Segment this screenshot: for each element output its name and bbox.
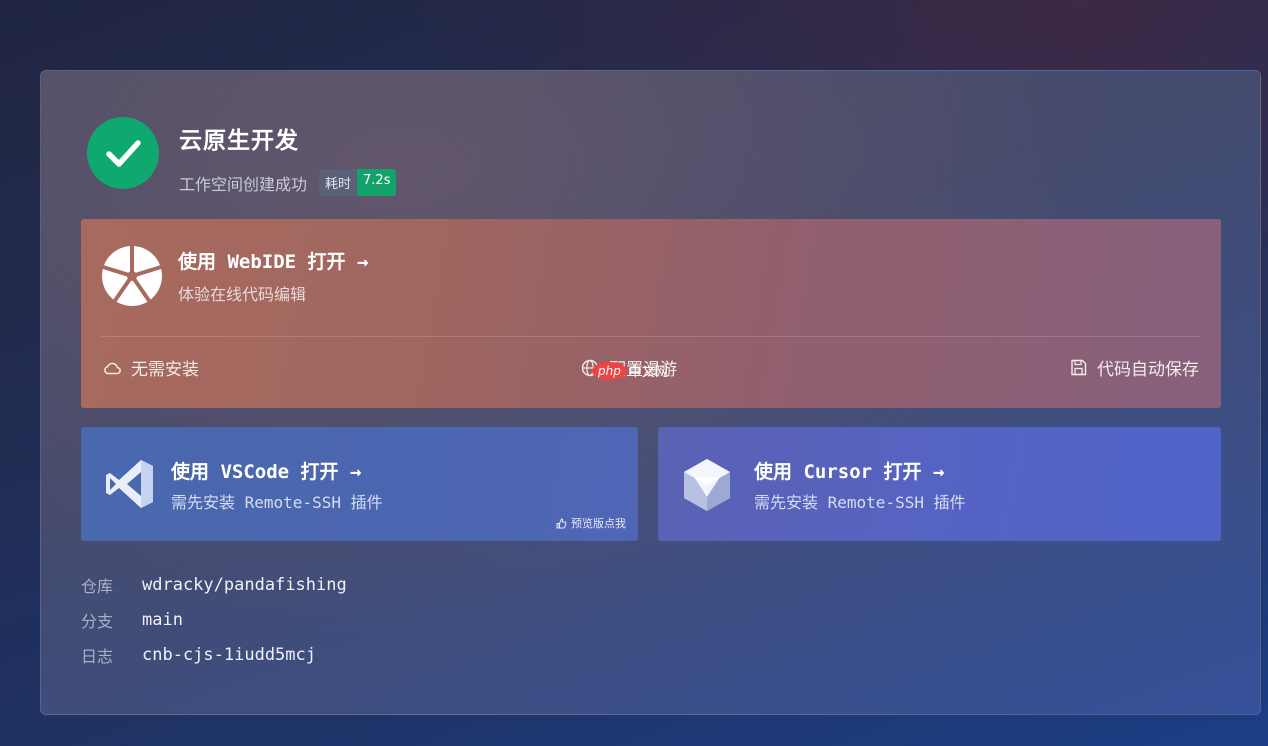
feature-label: 代码自动保存 xyxy=(1097,360,1199,380)
log-value[interactable]: cnb-cjs-1iudd5mcj xyxy=(142,645,316,665)
watermark-brand: php xyxy=(592,361,627,380)
vscode-logo-icon xyxy=(106,460,153,508)
workspace-info: 仓库 wdracky/pandafishing 分支 main 日志 cnb-c… xyxy=(81,567,347,672)
vscode-description: 需先安装 Remote-SSH 插件 xyxy=(171,493,383,512)
status-text: 工作空间创建成功 xyxy=(179,174,308,194)
time-badge-value: 7.2s xyxy=(357,169,397,196)
success-check-icon xyxy=(87,117,159,189)
info-key: 分支 xyxy=(81,611,114,631)
time-badge-label: 耗时 xyxy=(319,169,358,196)
branch-value: main xyxy=(142,609,183,630)
webide-logo-icon xyxy=(102,245,162,306)
info-row-repo: 仓库 wdracky/pandafishing xyxy=(81,567,347,602)
watermark: php 中文网 xyxy=(592,361,668,380)
vscode-title: 使用 VSCode 打开 → xyxy=(171,461,362,483)
cursor-description: 需先安装 Remote-SSH 插件 xyxy=(754,493,966,512)
info-row-branch: 分支 main xyxy=(81,602,347,637)
open-vscode-button[interactable]: 使用 VSCode 打开 → 需先安装 Remote-SSH 插件 预览版点我 xyxy=(81,427,638,541)
feature-no-install: 无需安装 xyxy=(103,355,199,380)
header: 云原生开发 工作空间创建成功 耗时 7.2s xyxy=(87,117,397,196)
cloud-icon xyxy=(104,362,121,374)
cursor-logo-icon xyxy=(684,459,730,511)
info-key: 日志 xyxy=(81,646,114,666)
repo-value: wdracky/pandafishing xyxy=(142,574,347,595)
page-title: 云原生开发 xyxy=(179,128,299,154)
feedback-label: 预览版点我 xyxy=(571,517,626,530)
feature-label: 无需安装 xyxy=(131,360,199,380)
info-row-log: 日志 cnb-cjs-1iudd5mcj xyxy=(81,637,347,672)
preview-feedback-link[interactable]: 预览版点我 xyxy=(555,515,626,531)
divider xyxy=(101,336,1201,337)
webide-title: 使用 WebIDE 打开 → xyxy=(178,251,369,273)
save-icon xyxy=(1071,359,1087,376)
hand-icon xyxy=(556,518,567,529)
workspace-card: 云原生开发 工作空间创建成功 耗时 7.2s 使用 WebIDE 打开 → 体验… xyxy=(40,70,1261,715)
time-badge: 耗时 7.2s xyxy=(319,169,397,196)
watermark-text: 中文网 xyxy=(628,365,668,380)
feature-autosave: 代码自动保存 xyxy=(1070,355,1199,380)
info-key: 仓库 xyxy=(81,576,114,596)
webide-description: 体验在线代码编辑 xyxy=(178,285,307,304)
open-cursor-button[interactable]: 使用 Cursor 打开 → 需先安装 Remote-SSH 插件 xyxy=(658,427,1221,541)
cursor-title: 使用 Cursor 打开 → xyxy=(754,461,945,483)
